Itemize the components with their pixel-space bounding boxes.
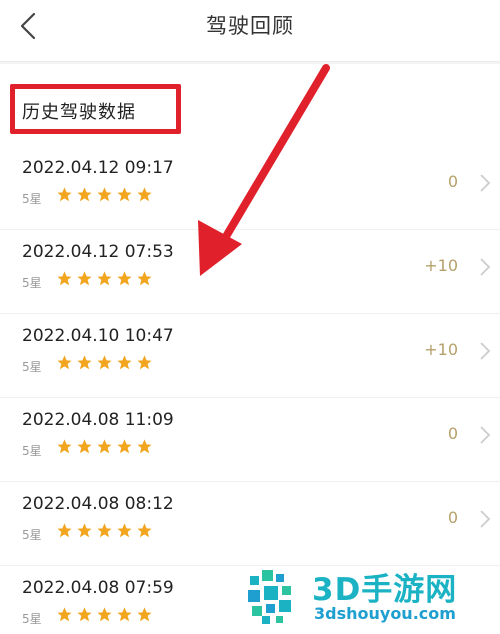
- record-points: +10: [424, 340, 458, 359]
- record-row[interactable]: 2022.04.10 10:47 5星 +10: [0, 314, 500, 398]
- record-points: 0: [447, 172, 458, 191]
- record-datetime: 2022.04.12 07:53: [22, 242, 174, 262]
- watermark: 3D手游网 3dshouyou.com: [240, 558, 500, 634]
- rating-label: 5星: [22, 444, 42, 458]
- rating-label: 5星: [22, 276, 42, 290]
- star-icon: [97, 271, 112, 286]
- watermark-url: 3dshouyou.com: [314, 604, 456, 623]
- star-rating: [56, 606, 153, 623]
- star-icon: [137, 271, 152, 286]
- record-datetime: 2022.04.08 11:09: [22, 410, 174, 430]
- record-points: +10: [424, 256, 458, 275]
- star-icon: [97, 187, 112, 202]
- star-icon: [77, 355, 92, 370]
- record-datetime: 2022.04.08 07:59: [22, 578, 174, 598]
- record-row[interactable]: 2022.04.08 11:09 5星 0: [0, 398, 500, 482]
- star-icon: [77, 271, 92, 286]
- chevron-right-icon: [480, 510, 491, 528]
- star-icon: [77, 607, 92, 622]
- star-icon: [77, 439, 92, 454]
- record-datetime: 2022.04.08 08:12: [22, 494, 174, 514]
- star-icon: [57, 523, 72, 538]
- star-rating: [56, 354, 153, 371]
- record-row[interactable]: 2022.04.12 09:17 5星 0: [0, 146, 500, 230]
- star-icon: [57, 607, 72, 622]
- star-icon: [97, 523, 112, 538]
- chevron-right-icon: [480, 174, 491, 192]
- star-icon: [57, 271, 72, 286]
- star-icon: [97, 355, 112, 370]
- star-rating: [56, 522, 153, 539]
- star-icon: [117, 355, 132, 370]
- rating-label: 5星: [22, 612, 42, 626]
- star-icon: [57, 355, 72, 370]
- chevron-right-icon: [480, 426, 491, 444]
- star-icon: [117, 271, 132, 286]
- record-row[interactable]: 2022.04.12 07:53 5星 +10: [0, 230, 500, 314]
- chevron-right-icon: [480, 258, 491, 276]
- star-rating: [56, 270, 153, 287]
- section-title-highlight: 历史驾驶数据: [10, 84, 181, 134]
- record-datetime: 2022.04.10 10:47: [22, 326, 174, 346]
- watermark-title: 3D手游网: [312, 572, 458, 608]
- record-points: 0: [447, 424, 458, 443]
- top-bar: 驾驶回顾: [0, 0, 500, 62]
- star-icon: [117, 607, 132, 622]
- rating-label: 5星: [22, 192, 42, 206]
- star-icon: [137, 607, 152, 622]
- chevron-right-icon: [480, 342, 491, 360]
- star-rating: [56, 186, 153, 203]
- watermark-logo-icon: [248, 570, 291, 624]
- rating-label: 5星: [22, 528, 42, 542]
- star-icon: [137, 187, 152, 202]
- section-title: 历史驾驶数据: [22, 102, 136, 123]
- star-icon: [137, 439, 152, 454]
- star-icon: [117, 523, 132, 538]
- star-icon: [137, 355, 152, 370]
- rating-label: 5星: [22, 360, 42, 374]
- star-icon: [77, 187, 92, 202]
- star-icon: [57, 187, 72, 202]
- star-icon: [97, 439, 112, 454]
- star-rating: [56, 438, 153, 455]
- star-icon: [97, 607, 112, 622]
- star-icon: [117, 439, 132, 454]
- record-points: 0: [447, 508, 458, 527]
- star-icon: [77, 523, 92, 538]
- page-title: 驾驶回顾: [206, 14, 294, 38]
- record-datetime: 2022.04.12 09:17: [22, 158, 174, 178]
- record-row[interactable]: 2022.04.08 08:12 5星 0: [0, 482, 500, 566]
- star-icon: [57, 439, 72, 454]
- star-icon: [117, 187, 132, 202]
- star-icon: [137, 523, 152, 538]
